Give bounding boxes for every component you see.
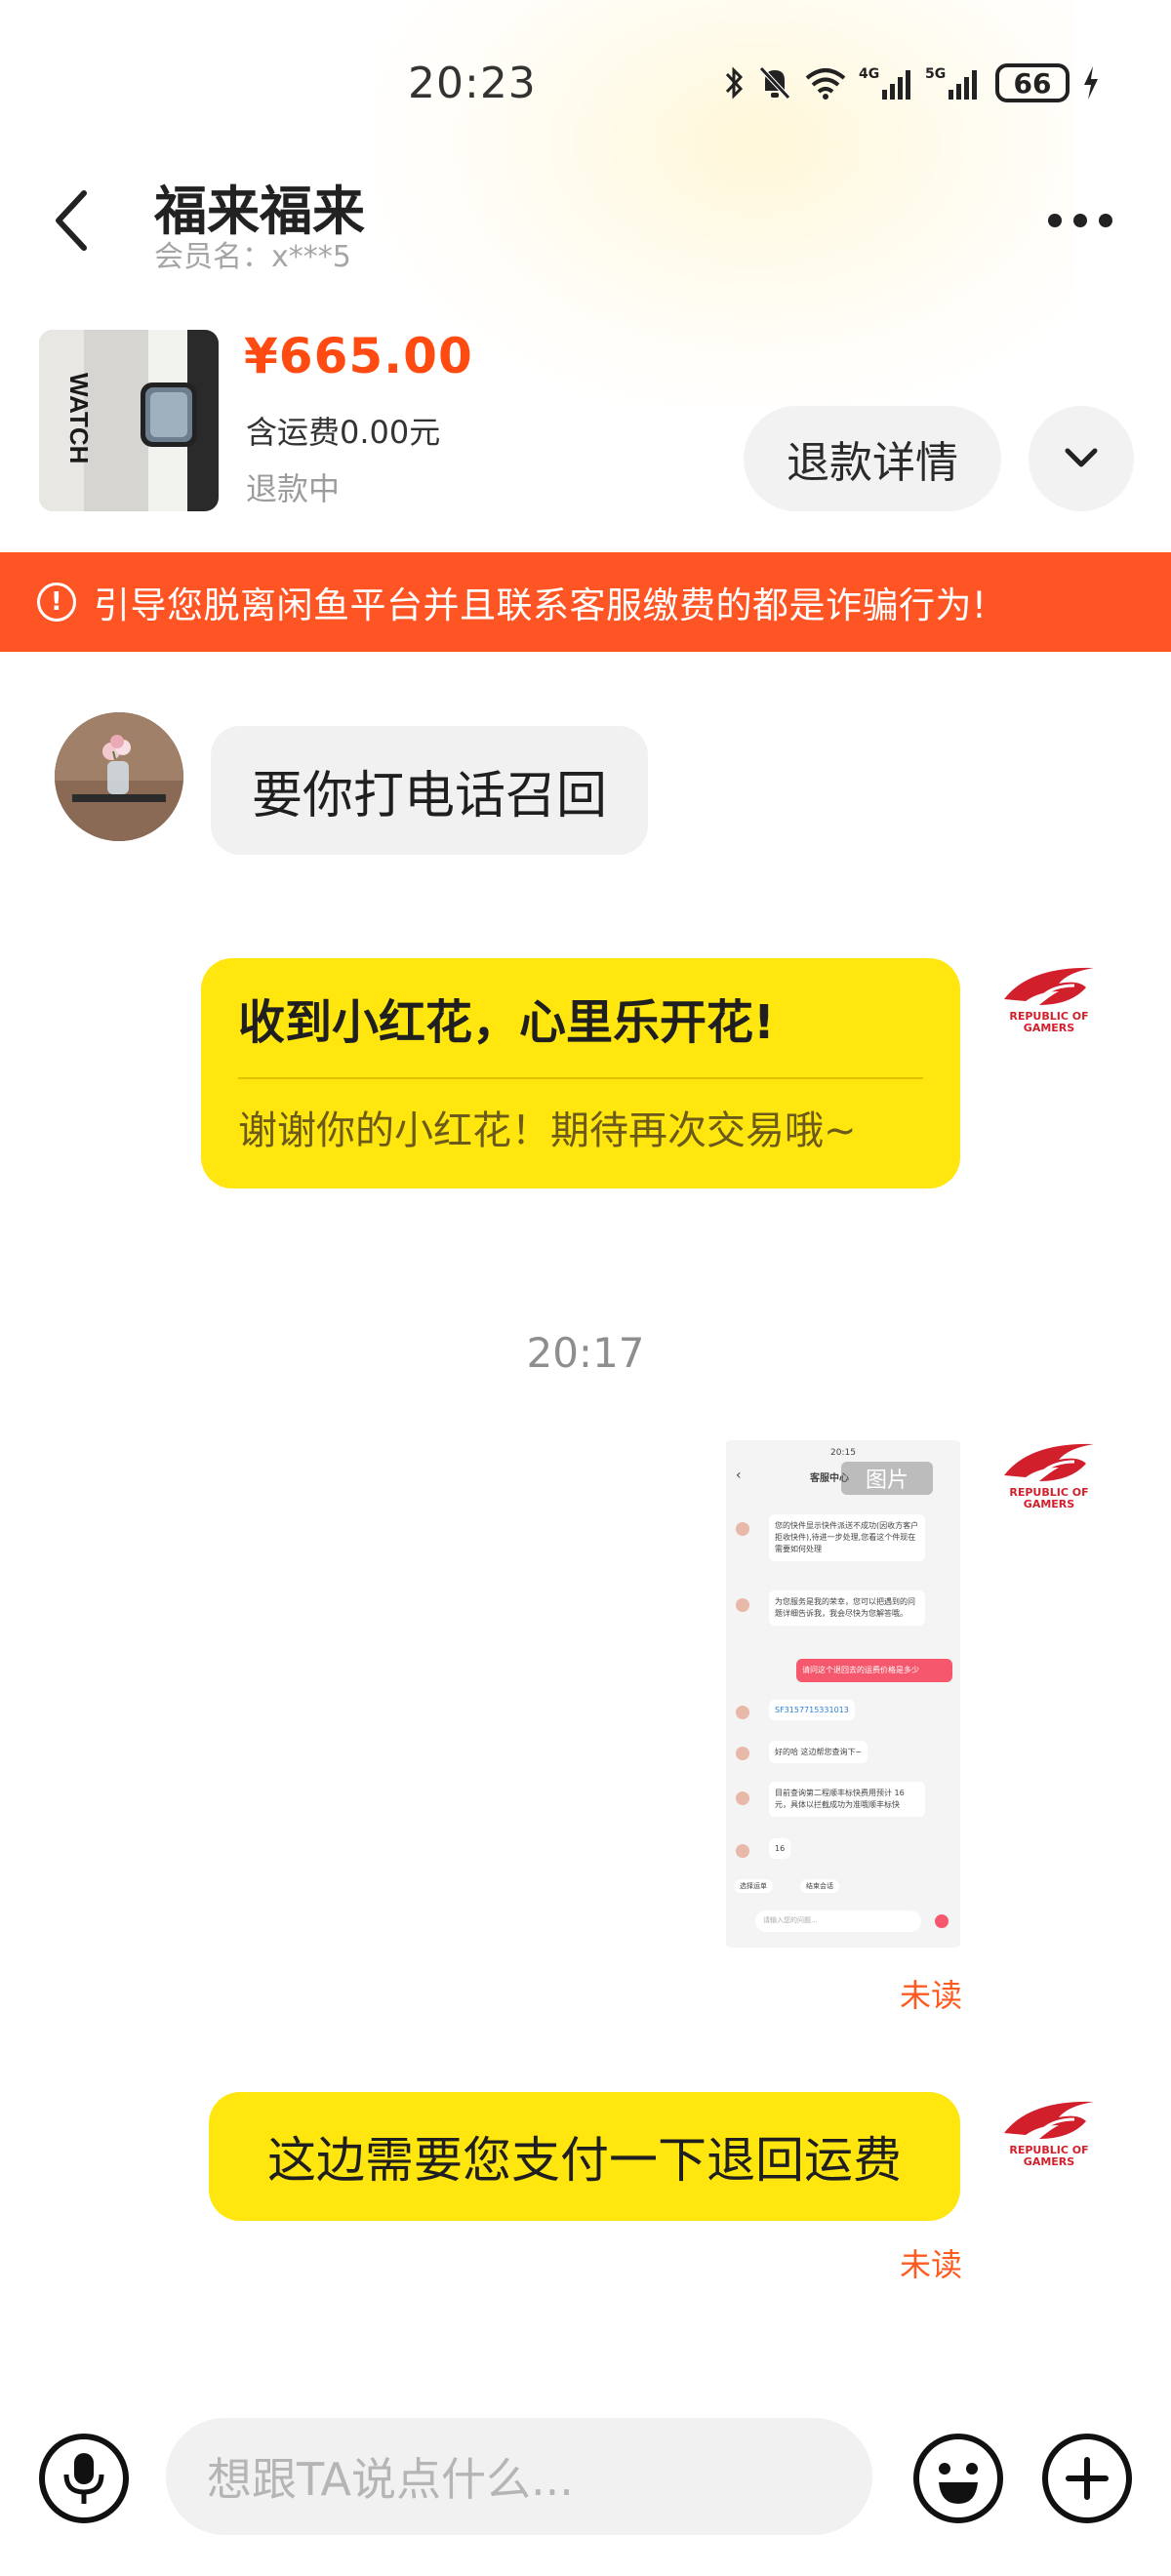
preview-avatar bbox=[736, 1747, 749, 1760]
rog-text-2: GAMERS bbox=[1023, 1498, 1075, 1510]
preview-msg-3: 请问这个退回去的运费价格是多少 bbox=[796, 1659, 952, 1682]
contact-avatar[interactable] bbox=[55, 712, 183, 841]
rog-text-2: GAMERS bbox=[1023, 1022, 1075, 1034]
battery-indicator: 66 bbox=[995, 63, 1070, 102]
chevron-left-icon bbox=[56, 190, 87, 251]
preview-time: 20:15 bbox=[830, 1448, 856, 1458]
image-badge: 图片 bbox=[841, 1462, 933, 1495]
preview-btn-2: 结束会话 bbox=[800, 1879, 839, 1893]
wifi-icon bbox=[804, 63, 847, 102]
back-button[interactable] bbox=[51, 181, 109, 260]
message-input[interactable]: 想跟TA说点什么... bbox=[166, 2418, 872, 2535]
bluetooth-icon bbox=[724, 63, 746, 102]
preview-avatar bbox=[736, 1791, 749, 1805]
preview-msg-5: 好的哈 这边帮您查询下~ bbox=[769, 1741, 868, 1763]
rog-logo-icon bbox=[1004, 2101, 1094, 2139]
signal-4g-icon: 4G bbox=[859, 63, 913, 102]
shipping-fee: 含运费0.00元 bbox=[246, 414, 441, 451]
my-avatar[interactable]: REPUBLIC OF GAMERS bbox=[995, 1438, 1103, 1546]
preview-msg-4: SF3157715331013 bbox=[769, 1700, 855, 1720]
preview-msg-2: 为您服务是我的荣幸，您可以把遇到的问题详细告诉我，我会尽快为您解答哦。 bbox=[769, 1590, 925, 1626]
unread-label: 未读 bbox=[900, 1977, 963, 2014]
status-time: 20:23 bbox=[408, 59, 537, 108]
emoji-icon bbox=[939, 2463, 978, 2504]
product-price: ¥665.00 bbox=[244, 328, 473, 384]
product-image-text: WATCH bbox=[64, 373, 94, 464]
signal-5g-icon: 5G bbox=[925, 63, 980, 102]
plus-icon bbox=[1066, 2457, 1109, 2500]
preview-avatar bbox=[736, 1706, 749, 1719]
more-actions-button[interactable] bbox=[1042, 2434, 1132, 2523]
preview-avatar bbox=[736, 1598, 749, 1612]
rog-logo-icon bbox=[1004, 967, 1094, 1005]
warning-text: 引导您脱离闲鱼平台并且联系客服缴费的都是诈骗行为! bbox=[94, 584, 988, 626]
mute-bell-icon bbox=[757, 63, 792, 102]
preview-msg-6: 目前查询第二程顺丰标快费用预计 16元，具体以拦截成功为准哦顺丰标快 bbox=[769, 1782, 925, 1817]
preview-msg-1: 您的快件显示快件派送不成功(因收方客户拒收快件),待进一步处理,您看这个件现在需… bbox=[769, 1514, 925, 1561]
status-icons: 4G 5G 66 bbox=[724, 60, 1101, 105]
image-message[interactable]: 20:15 ‹ 客服中心 图片 您的快件显示快件派送不成功(因收方客户拒收快件)… bbox=[726, 1440, 960, 1948]
svg-text:4G: 4G bbox=[859, 66, 879, 82]
card-divider bbox=[238, 1077, 923, 1079]
preview-avatar bbox=[736, 1844, 749, 1858]
unread-label: 未读 bbox=[900, 2246, 963, 2283]
card-title: 收到小红花，心里乐开花! bbox=[238, 995, 775, 1050]
more-dot bbox=[1048, 214, 1062, 227]
product-image[interactable]: WATCH bbox=[39, 330, 219, 511]
incoming-message-bubble[interactable]: 要你打电话召回 bbox=[211, 726, 649, 855]
preview-back-icon: ‹ bbox=[736, 1468, 742, 1483]
alert-circle-icon: ! bbox=[37, 583, 76, 622]
preview-avatar bbox=[736, 1522, 749, 1536]
rog-logo-icon bbox=[1004, 1443, 1094, 1481]
my-avatar[interactable]: REPUBLIC OF GAMERS bbox=[995, 2096, 1103, 2203]
more-dot bbox=[1099, 214, 1112, 227]
voice-input-button[interactable] bbox=[39, 2434, 129, 2523]
member-name: 会员名：x***5 bbox=[154, 240, 351, 274]
emoji-button[interactable] bbox=[913, 2434, 1003, 2523]
charging-icon bbox=[1081, 63, 1101, 102]
fraud-warning-banner: ! 引导您脱离闲鱼平台并且联系客服缴费的都是诈骗行为! bbox=[0, 552, 1171, 652]
refund-details-button[interactable]: 退款详情 bbox=[744, 406, 1001, 511]
message-timestamp: 20:17 bbox=[526, 1329, 645, 1377]
preview-btn-1: 选择运单 bbox=[734, 1879, 773, 1893]
preview-input: 请输入您的问题... bbox=[755, 1911, 921, 1932]
order-status: 退款中 bbox=[246, 470, 341, 507]
chevron-down-icon bbox=[1065, 448, 1098, 467]
review-card-message[interactable]: 收到小红花，心里乐开花! 谢谢你的小红花！期待再次交易哦~ bbox=[201, 958, 960, 1188]
more-options-button[interactable] bbox=[1048, 201, 1122, 240]
svg-text:5G: 5G bbox=[925, 66, 946, 82]
my-avatar[interactable]: REPUBLIC OF GAMERS bbox=[995, 962, 1103, 1069]
outgoing-message-bubble[interactable]: 这边需要您支付一下退回运费 bbox=[209, 2092, 960, 2221]
more-dot bbox=[1073, 214, 1087, 227]
expand-button[interactable] bbox=[1029, 406, 1134, 511]
preview-msg-7: 16 bbox=[769, 1838, 791, 1859]
rog-text-2: GAMERS bbox=[1023, 2155, 1075, 2168]
microphone-icon bbox=[63, 2453, 104, 2504]
card-subtitle: 谢谢你的小红花！期待再次交易哦~ bbox=[238, 1108, 857, 1153]
preview-send-icon bbox=[935, 1914, 949, 1928]
